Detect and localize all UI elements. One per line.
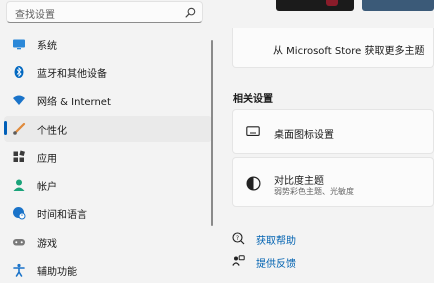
brush-icon [13,122,26,135]
sidebar-item-label: 蓝牙和其他设备 [37,69,107,80]
sidebar-item-label: 应用 [37,154,57,165]
give-feedback-link[interactable]: 提供反馈 [232,254,352,270]
contrast-icon [246,176,261,191]
desktop-icon-settings-label: 桌面图标设置 [274,130,334,141]
navigation-sidebar: 查找设置 系统 蓝牙和其他设备 网络 & Internet 个性化 应用 帐户 … [0,0,216,283]
selection-indicator [4,121,7,135]
contrast-themes-description: 弱势彩色主题、光敏度 [274,187,354,196]
sidebar-item-apps[interactable]: 应用 [4,144,212,170]
related-settings-title: 相关设置 [233,94,273,105]
person-icon [13,179,25,191]
gamepad-icon [13,239,25,246]
sidebar-item-label: 时间和语言 [37,210,87,221]
sidebar-item-time-language[interactable]: 时间和语言 [4,200,212,226]
help-icon: ? [232,232,245,245]
sidebar-item-system[interactable]: 系统 [4,31,212,57]
sidebar-item-bluetooth[interactable]: 蓝牙和其他设备 [4,59,212,85]
store-link-text[interactable]: 从 Microsoft Store 获取更多主题 [273,42,424,57]
give-feedback-label[interactable]: 提供反馈 [256,255,296,270]
theme-thumbnail-dark[interactable] [276,0,354,11]
sidebar-scrollbar[interactable] [211,40,213,226]
sidebar-item-label: 辅助功能 [37,267,77,278]
sidebar-item-accessibility[interactable]: 辅助功能 [4,257,212,283]
sidebar-item-label: 系统 [37,41,57,52]
globe-clock-icon [13,207,26,220]
apps-icon [13,150,25,162]
search-input[interactable]: 查找设置 [6,1,203,23]
svg-text:?: ? [236,235,239,242]
accessibility-icon [13,263,25,277]
contrast-themes-label: 对比度主题 [274,176,324,187]
sidebar-item-label: 个性化 [37,126,67,137]
store-card[interactable]: 从 Microsoft Store 获取更多主题 [232,28,434,68]
desktop-icon-settings-card[interactable]: 桌面图标设置 [232,109,434,154]
get-help-link[interactable]: ? 获取帮助 [232,231,352,247]
sidebar-item-label: 游戏 [37,239,57,250]
sidebar-item-label: 网络 & Internet [37,97,111,108]
search-placeholder: 查找设置 [15,10,55,21]
sidebar-item-accounts[interactable]: 帐户 [4,172,212,198]
search-icon[interactable] [185,7,196,18]
bluetooth-icon [14,66,24,78]
sidebar-item-label: 帐户 [37,182,57,193]
theme-thumbnail-blue[interactable] [362,0,434,11]
sidebar-item-gaming[interactable]: 游戏 [4,229,212,255]
display-icon [13,39,25,50]
wifi-icon [13,95,25,105]
contrast-themes-card[interactable]: 对比度主题 弱势彩色主题、光敏度 [232,157,434,207]
monitor-icon [246,126,260,136]
sidebar-item-personalization[interactable]: 个性化 [4,116,212,142]
get-help-label[interactable]: 获取帮助 [256,232,296,247]
sidebar-item-network[interactable]: 网络 & Internet [4,87,212,113]
feedback-icon [232,255,245,266]
